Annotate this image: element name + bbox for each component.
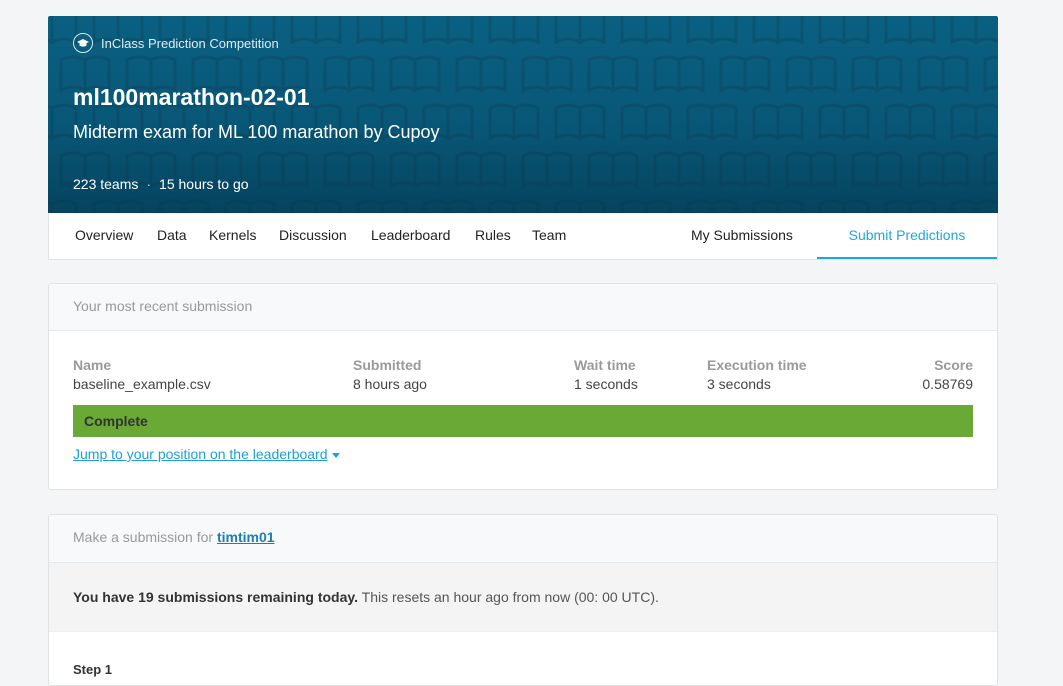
jump-to-leaderboard-link[interactable]: Jump to your position on the leaderboard [73,446,340,462]
jump-link-text: Jump to your position on the leaderboard [73,446,328,462]
recent-submission-heading: Your most recent submission [49,284,997,331]
time-remaining: 15 hours to go [159,176,249,192]
tab-team[interactable]: Team [532,213,566,259]
column-label: Score [934,357,973,373]
competition-meta: 223 teams · 15 hours to go [73,176,249,192]
caret-down-icon [331,452,340,458]
submitted-value: 8 hours ago [353,376,427,392]
wait-time-value: 1 seconds [574,376,638,392]
competition-subtitle: Midterm exam for ML 100 marathon by Cupo… [73,122,440,142]
submissions-remaining-notice: You have 19 submissions remaining today.… [49,563,997,632]
make-submission-card: Make a submission for timtim01 You have … [48,514,998,686]
competition-title: ml100marathon-02-01 [73,84,310,110]
tab-my-submissions[interactable]: My Submissions [691,213,793,259]
team-name-link[interactable]: timtim01 [217,529,275,545]
make-submission-heading: Make a submission for timtim01 [49,515,997,563]
reset-info-text: This resets an hour ago from now (00: 00… [358,589,659,605]
submission-details: Name baseline_example.csv Submitted 8 ho… [49,331,997,392]
recent-submission-card: Your most recent submission Name baselin… [48,283,998,490]
wait-time-column: Wait time 1 seconds [574,357,638,392]
submission-status-bar: Complete [73,405,973,437]
competition-tab-bar: Overview Data Kernels Discussion Leaderb… [48,213,998,260]
tab-rules[interactable]: Rules [475,213,511,259]
step-1-heading: Step 1 [73,662,113,677]
meta-separator: · [146,176,152,192]
tab-data[interactable]: Data [157,213,187,259]
column-label: Name [73,357,112,373]
execution-time-column: Execution time 3 seconds [707,357,807,392]
competition-type-badge: InClass Prediction Competition [73,32,279,54]
score-column: Score 0.58769 [922,357,973,392]
submission-name-column: Name baseline_example.csv [73,357,211,392]
score-value: 0.58769 [922,376,973,392]
tab-submit-predictions[interactable]: Submit Predictions [817,213,997,259]
submitted-column: Submitted 8 hours ago [353,357,427,392]
column-label: Wait time [574,357,636,373]
column-label: Execution time [707,357,807,373]
make-submission-prefix: Make a submission for [73,529,214,545]
competition-header: InClass Prediction Competition ml100mara… [48,16,998,213]
tab-kernels[interactable]: Kernels [209,213,256,259]
tab-discussion[interactable]: Discussion [279,213,347,259]
team-count: 223 teams [73,176,139,192]
column-label: Submitted [353,357,422,373]
graduation-cap-icon [73,33,93,53]
execution-time-value: 3 seconds [707,376,771,392]
tab-overview[interactable]: Overview [75,213,133,259]
competition-type-label: InClass Prediction Competition [101,35,279,51]
submission-filename: baseline_example.csv [73,376,211,392]
remaining-count-text: You have 19 submissions remaining today. [73,589,359,605]
tab-leaderboard[interactable]: Leaderboard [371,213,450,259]
